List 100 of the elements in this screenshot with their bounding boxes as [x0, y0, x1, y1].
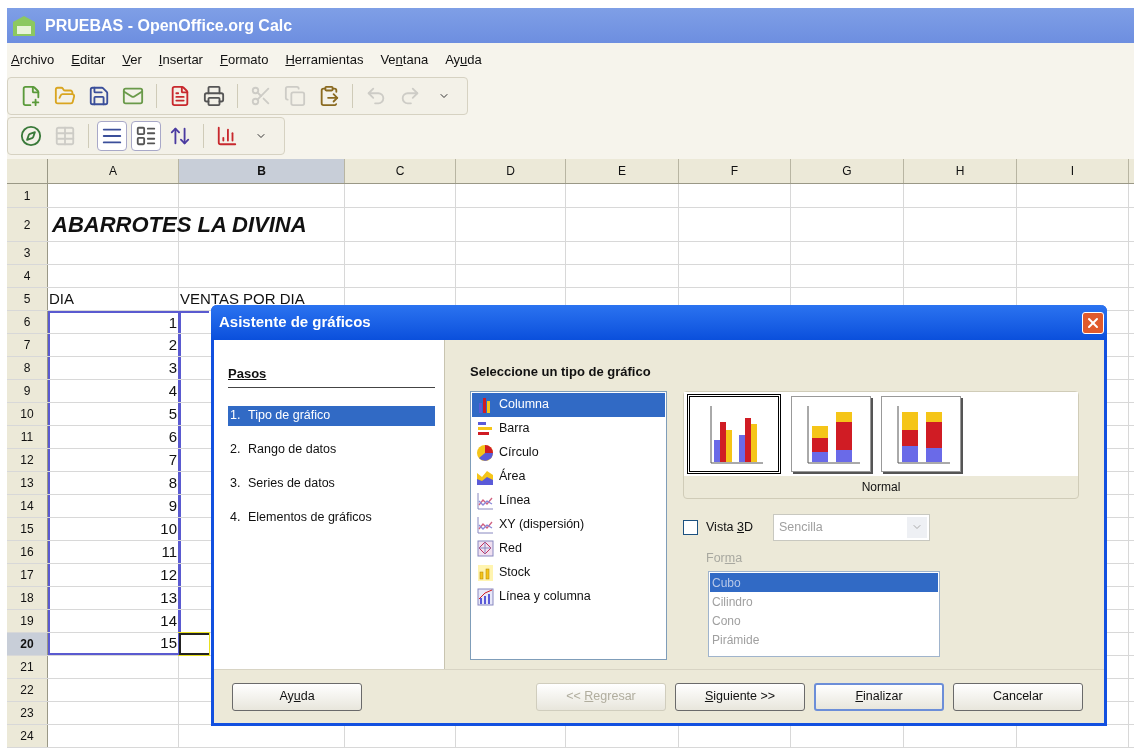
row-header[interactable]: 12: [7, 449, 48, 471]
cursor-cell[interactable]: [179, 633, 209, 655]
wizard-step[interactable]: 2. Rango de datos: [228, 439, 435, 460]
list-item[interactable]: XY (dispersión): [472, 512, 665, 537]
row-header[interactable]: 11: [7, 426, 48, 448]
wizard-step[interactable]: 3. Series de datos: [228, 473, 435, 494]
row-header[interactable]: 22: [7, 679, 48, 701]
list-item[interactable]: Red: [472, 536, 665, 561]
selected-cell[interactable]: 6: [48, 426, 179, 448]
row-header[interactable]: 16: [7, 541, 48, 563]
xy-chart-icon: [476, 514, 494, 535]
checkbox[interactable]: [683, 519, 698, 535]
selected-cell[interactable]: 11: [48, 541, 179, 563]
column-header[interactable]: B: [179, 159, 345, 183]
table-cell-text: 15: [160, 632, 178, 653]
field-label: Forma: [706, 549, 744, 567]
table-cell-text: 11: [161, 541, 178, 562]
selected-cell[interactable]: 10: [48, 518, 179, 540]
table-cell-text: 8: [168, 472, 178, 493]
menu-item[interactable]: Insertar: [158, 50, 203, 70]
chart-variant[interactable]: [687, 393, 781, 474]
menu-item[interactable]: Ventana: [380, 50, 429, 70]
row-header[interactable]: 8: [7, 357, 48, 379]
checkbox-label: Vista 3D: [706, 518, 754, 536]
row-header[interactable]: 15: [7, 518, 48, 540]
selected-cell[interactable]: 4: [48, 380, 179, 402]
selected-cell[interactable]: 8: [48, 472, 179, 494]
table-cell-text: 4: [168, 380, 178, 401]
table-cell-text: 13: [160, 587, 178, 608]
table-cell-text: VENTAS POR DIA: [179, 288, 305, 309]
selected-cell[interactable]: 12: [48, 564, 179, 586]
menu-item[interactable]: Archivo: [11, 50, 55, 70]
table-cell-text: 2: [168, 334, 178, 355]
table-cell-text: 10: [160, 518, 178, 539]
row-header[interactable]: 21: [7, 656, 48, 678]
close-button[interactable]: [1082, 311, 1104, 334]
finish-button[interactable]: Finalizar: [814, 682, 944, 711]
row-header[interactable]: 3: [7, 242, 48, 264]
window-title: PRUEBAS - OpenOffice.org Calc: [45, 15, 293, 36]
selected-cell[interactable]: 3: [48, 357, 179, 379]
selected-cell[interactable]: 9: [48, 495, 179, 517]
row-header[interactable]: 7: [7, 334, 48, 356]
table-cell-text: DIA: [48, 288, 74, 309]
list-item[interactable]: Círculo: [472, 440, 665, 465]
help-button[interactable]: Ayuda: [232, 682, 362, 711]
selected-cell[interactable]: 7: [48, 449, 179, 471]
lines-icon[interactable]: [97, 121, 127, 151]
row-header[interactable]: 23: [7, 702, 48, 724]
selected-cell[interactable]: [179, 311, 209, 333]
sheet-title: ABARROTES LA DIVINA: [50, 211, 307, 239]
table-cell-text: 14: [160, 610, 178, 631]
row-header[interactable]: 14: [7, 495, 48, 517]
table-cell-text: 3: [168, 357, 178, 378]
row-header[interactable]: 2: [7, 208, 48, 241]
table-cell-text: 5: [168, 403, 178, 424]
row-header[interactable]: 24: [7, 725, 48, 747]
next-button[interactable]: Siguiente >>: [675, 682, 805, 711]
selected-cell[interactable]: 13: [48, 587, 179, 609]
cancel-button[interactable]: Cancelar: [953, 682, 1083, 711]
row-header[interactable]: 18: [7, 587, 48, 609]
steps-heading: Pasos: [228, 364, 435, 388]
selected-cell[interactable]: 2: [48, 334, 179, 356]
list-item[interactable]: Stock: [472, 560, 665, 585]
menu-item[interactable]: Ver: [122, 50, 142, 70]
row-header[interactable]: 17: [7, 564, 48, 586]
row-header[interactable]: 20: [7, 633, 48, 655]
list-icon[interactable]: [131, 121, 161, 151]
wizard-step[interactable]: 4. Elementos de gráficos: [228, 507, 435, 528]
selected-cell[interactable]: 1: [48, 311, 179, 333]
list-item[interactable]: Línea: [472, 488, 665, 513]
column-line-chart-icon: [476, 586, 494, 607]
row-header[interactable]: 5: [7, 288, 48, 310]
row-header[interactable]: 19: [7, 610, 48, 632]
line-chart-icon: [476, 490, 494, 511]
variant-label: Normal: [861, 478, 901, 496]
row-header[interactable]: 6: [7, 311, 48, 333]
menu-item[interactable]: Editar: [71, 50, 106, 70]
table-cell-text: 1: [168, 312, 178, 333]
menu-item[interactable]: Herramientas: [285, 50, 364, 70]
list-item[interactable]: Línea y columna: [472, 584, 665, 609]
selected-cell[interactable]: 14: [48, 610, 179, 632]
table-cell-text: 9: [168, 495, 178, 516]
pie-chart-icon: [476, 442, 494, 463]
list-item[interactable]: Barra: [472, 416, 665, 441]
row-header[interactable]: 9: [7, 380, 48, 402]
row-header[interactable]: 1: [7, 184, 48, 207]
menu-item[interactable]: Ayuda: [445, 50, 482, 70]
row-header[interactable]: 4: [7, 265, 48, 287]
spreadsheet-app-icon: [11, 13, 37, 38]
selected-cell[interactable]: 5: [48, 403, 179, 425]
list-item[interactable]: Columna: [472, 392, 665, 417]
row-header[interactable]: 13: [7, 472, 48, 494]
menu-item[interactable]: Formato: [219, 50, 269, 70]
wizard-step[interactable]: 1. Tipo de gráfico: [228, 405, 435, 426]
list-item[interactable]: Área: [472, 464, 665, 489]
table-cell-text: 6: [168, 426, 178, 447]
table-cell-text: 12: [160, 564, 178, 585]
row-header[interactable]: 10: [7, 403, 48, 425]
stock-chart-icon: [476, 562, 494, 583]
selected-cell[interactable]: 15: [48, 633, 179, 655]
